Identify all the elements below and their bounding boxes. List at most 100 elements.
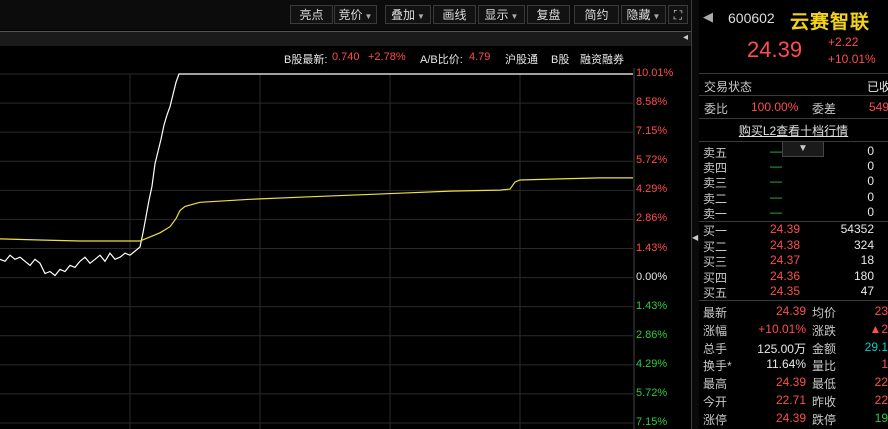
stat-label: 换手* bbox=[703, 359, 732, 374]
order-ratio-value: 100.00% bbox=[751, 100, 799, 114]
divider bbox=[699, 300, 888, 301]
level-volume: 0 bbox=[867, 204, 874, 219]
bid-row[interactable]: 买一 24.39 54352 bbox=[699, 222, 888, 238]
price-change-pct: +10.01% bbox=[828, 52, 876, 66]
y-axis-tick-label: 5.72% bbox=[636, 154, 668, 167]
stat-label: 金额 bbox=[812, 341, 837, 356]
stat-value: 11.64% bbox=[766, 357, 806, 372]
stats-row: 涨幅 +10.01% 涨跌 ▲2 bbox=[699, 320, 888, 338]
stats-row: 最高 24.39 最低 22 bbox=[699, 373, 888, 391]
divider bbox=[699, 118, 888, 119]
stat-label: 最高 bbox=[703, 377, 728, 392]
y-axis-tick-label: 10.01% bbox=[636, 67, 674, 79]
level-volume: 0 bbox=[867, 174, 874, 189]
y-axis-tick-label: 7.15% bbox=[636, 416, 668, 428]
chart-grid bbox=[0, 68, 635, 429]
divider bbox=[699, 141, 888, 142]
stat-label: 涨停 bbox=[703, 412, 728, 427]
level-price: — bbox=[770, 174, 782, 189]
scroll-arrow-icon[interactable]: ◀ bbox=[692, 233, 698, 242]
level-label: 卖一 bbox=[703, 206, 728, 221]
bid-row[interactable]: 买二 24.38 324 bbox=[699, 237, 888, 254]
stats-row: 换手* 11.64% 量比 1 bbox=[699, 355, 888, 373]
stat-value: 24.39 bbox=[775, 304, 806, 318]
y-axis-tick-label: 4.29% bbox=[636, 357, 668, 370]
level-label: 买二 bbox=[703, 239, 728, 254]
back-arrow-icon[interactable]: ◀ bbox=[703, 9, 713, 25]
stats-row: 涨停 24.39 跌停 19 bbox=[699, 409, 888, 427]
stat-value: 125.00万 bbox=[757, 341, 806, 356]
stat-value: 29.1 bbox=[864, 339, 888, 354]
ask-row[interactable]: 卖三 —0 bbox=[699, 174, 888, 190]
stat-value: +10.01% bbox=[758, 321, 806, 336]
order-diff-label: 委差 bbox=[812, 102, 837, 116]
price-change: +2.22 bbox=[828, 35, 859, 49]
stat-label: 总手 bbox=[703, 341, 728, 356]
order-ratio-label: 委比 bbox=[704, 102, 729, 116]
level-price: 24.38 bbox=[770, 237, 801, 252]
stat-value: 19 bbox=[874, 410, 888, 425]
stock-name: 云赛智联 bbox=[790, 12, 871, 33]
level-volume: 0 bbox=[867, 144, 874, 158]
level-volume: 180 bbox=[853, 268, 874, 283]
level-label: 买一 bbox=[703, 224, 728, 238]
last-price: 24.39 bbox=[747, 37, 803, 62]
stat-label: 最新 bbox=[703, 306, 728, 320]
chart-series bbox=[0, 73, 633, 277]
bid-row[interactable]: 买三 24.37 18 bbox=[699, 253, 888, 269]
bid-row[interactable]: 买五 24.35 47 bbox=[699, 284, 888, 300]
stat-label: 昨收 bbox=[812, 395, 837, 409]
ask-row[interactable]: 卖五 —0 bbox=[699, 144, 888, 160]
y-axis-tick-label: 8.58% bbox=[636, 96, 668, 109]
stat-label: 量比 bbox=[812, 359, 837, 374]
stat-label: 最低 bbox=[812, 377, 837, 392]
y-axis-tick-label: 1.43% bbox=[636, 299, 668, 312]
order-ratio-row: 委比 100.00% 委差 549 bbox=[699, 98, 888, 116]
trade-status-row: 交易状态 已收 bbox=[699, 76, 888, 94]
stat-label: 跌停 bbox=[812, 412, 837, 427]
divider bbox=[699, 95, 888, 96]
level-volume: 0 bbox=[867, 189, 874, 204]
level-price: 24.39 bbox=[770, 222, 801, 236]
level-price: 24.36 bbox=[770, 268, 801, 283]
stats-row: 今开 22.71 昨收 22 bbox=[699, 391, 888, 409]
level-price: — bbox=[770, 204, 782, 219]
y-axis-tick-label: 2.86% bbox=[636, 212, 668, 225]
stats-row: 总手 125.00万 金额 29.1 bbox=[699, 338, 888, 356]
price-chart bbox=[0, 68, 635, 429]
bid-row[interactable]: 买四 24.36 180 bbox=[699, 268, 888, 285]
ask-row[interactable]: 卖一 — 0 bbox=[699, 204, 888, 221]
quote-panel: ◀ 600602 云赛智联 24.39 +2.22 +10.01% 交易状态 已… bbox=[699, 0, 888, 429]
stat-label: 涨跌 bbox=[812, 323, 837, 338]
y-axis-tick-label: 4.29% bbox=[636, 183, 668, 196]
stat-label: 均价 bbox=[812, 306, 837, 320]
level-volume: 18 bbox=[860, 253, 874, 267]
y-axis-tick-label: 2.86% bbox=[636, 328, 668, 341]
average-price-line bbox=[0, 177, 633, 242]
divider bbox=[699, 73, 888, 74]
level-volume: 324 bbox=[853, 237, 874, 252]
y-axis-tick-label: 7.15% bbox=[636, 125, 668, 138]
level-price: — bbox=[770, 159, 782, 174]
vertical-scrollbar[interactable]: ◀ bbox=[692, 0, 699, 429]
y-axis-tick-label: 0.00% bbox=[636, 270, 668, 283]
level-price: — bbox=[770, 189, 782, 204]
buy-l2-link[interactable]: 购买L2查看十档行情 bbox=[699, 122, 888, 139]
price-line bbox=[0, 73, 633, 277]
level-price: 24.35 bbox=[770, 284, 801, 298]
stat-value: 22 bbox=[874, 375, 888, 390]
stat-value: 24.39 bbox=[775, 375, 806, 390]
ask-row[interactable]: 卖四 —0 bbox=[699, 159, 888, 175]
level-label: 买三 bbox=[703, 255, 728, 269]
level-volume: 54352 bbox=[840, 222, 874, 236]
stat-value: 1 bbox=[881, 357, 888, 372]
ask-row[interactable]: 卖二 —0 bbox=[699, 189, 888, 206]
stat-value: 23 bbox=[874, 304, 888, 318]
stat-value: ▲2 bbox=[869, 321, 888, 336]
level-volume: 47 bbox=[860, 284, 874, 298]
stat-label: 今开 bbox=[703, 395, 728, 409]
stat-value: 22 bbox=[874, 393, 888, 407]
order-diff-value: 549 bbox=[869, 100, 888, 114]
stock-code: 600602 bbox=[728, 10, 775, 26]
stat-value: 24.39 bbox=[775, 410, 806, 425]
